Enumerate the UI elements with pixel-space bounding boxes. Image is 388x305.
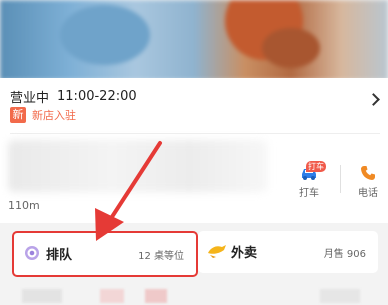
annotation-arrow <box>95 141 162 241</box>
